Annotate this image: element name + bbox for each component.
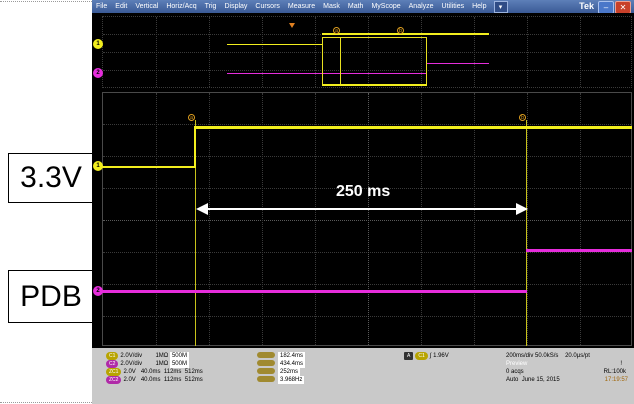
readout-panel: C1 2.0V/div 1MΩ 500M C2 2.0V/div 1MΩ 500M … — [92, 348, 634, 404]
acq-count: 0 acqs — [506, 369, 524, 375]
ch1-trace-low — [102, 166, 195, 168]
meas-a-value: 182.4ms — [278, 352, 306, 360]
pdb-label-text: PDB — [20, 279, 82, 313]
ch2-trace-high — [526, 249, 632, 252]
overview-ch2-trace-high — [427, 63, 489, 64]
voltage-label: 3.3V — [8, 153, 94, 203]
menu-utilities[interactable]: Utilities — [438, 3, 469, 10]
ch1-tag[interactable]: C1 — [106, 352, 119, 360]
menu-file[interactable]: File — [92, 3, 111, 10]
run-indicator-icon: ! — [620, 361, 622, 367]
cursor-b-overview[interactable]: b — [397, 27, 404, 34]
pdb-label: PDB — [8, 270, 94, 323]
zc2-volts: 2.0V — [123, 377, 136, 383]
guide-line — [0, 402, 92, 403]
zc1-volts: 2.0V — [123, 369, 136, 375]
menu-vertical[interactable]: Vertical — [131, 3, 162, 10]
ch1-marker[interactable]: 1 — [93, 161, 103, 171]
oscilloscope-screen: File Edit Vertical Horiz/Acq Trig Displa… — [92, 0, 634, 404]
arrow-right-icon — [516, 203, 528, 215]
ch2-marker[interactable]: 2 — [93, 286, 103, 296]
cursor-measurements: 182.4ms 434.4ms 252ms 3.968Hz — [257, 352, 337, 384]
meas-freq-tag — [257, 376, 275, 383]
ch1-impedance: 1MΩ — [155, 353, 169, 359]
trigger-position-icon[interactable] — [289, 23, 295, 28]
meas-b-value: 434.4ms — [278, 360, 306, 368]
menu-bar: File Edit Vertical Horiz/Acq Trig Displa… — [92, 0, 634, 14]
ch2-impedance: 1MΩ — [155, 361, 169, 367]
menu-display[interactable]: Display — [220, 3, 251, 10]
cursor-b-line[interactable] — [526, 120, 527, 346]
overview-ch1-marker[interactable]: 1 — [93, 39, 103, 49]
date: June 15, 2015 — [521, 377, 560, 383]
menu-analyze[interactable]: Analyze — [405, 3, 438, 10]
overview-strip: a b 1 2 — [92, 13, 634, 90]
menu-measure[interactable]: Measure — [284, 3, 319, 10]
menu-myscope[interactable]: MyScope — [367, 3, 404, 10]
cursor-a-overview[interactable]: a — [333, 27, 340, 34]
meas-freq-value: 3.968Hz — [278, 376, 305, 384]
menu-dropdown-icon[interactable]: ▾ — [493, 0, 508, 13]
acq-mode: Preview — [506, 361, 528, 367]
zc1-tag[interactable]: ZC1 — [106, 368, 122, 376]
meas-delta-value: 252ms — [278, 368, 301, 376]
trigger-mode: Auto — [506, 377, 519, 383]
menu-edit[interactable]: Edit — [111, 3, 131, 10]
duration-annotation: 250 ms — [336, 183, 391, 200]
zc2-time1: 40.0ms — [140, 377, 161, 383]
timebase-panel[interactable]: 200ms/div 50.0kS/s 20.0μs/pt Preview ! 0… — [506, 352, 632, 402]
zc2-time2: 112ms — [163, 377, 182, 383]
cursor-b-marker[interactable]: b — [519, 114, 526, 121]
ch2-trace-low — [102, 290, 527, 293]
menu-mask[interactable]: Mask — [319, 3, 344, 10]
time: 17:19:57 — [604, 377, 628, 383]
ch1-bandwidth: 500M — [169, 352, 189, 360]
zc2-time3: 512ms — [184, 377, 203, 383]
zc1-time2: 112ms — [163, 369, 182, 375]
record-length: RL:100k — [603, 369, 626, 375]
time-per-point: 20.0μs/pt — [565, 353, 590, 359]
zoom-bottom-bar — [322, 84, 427, 86]
trigger-edge-icon: ∫ — [429, 353, 432, 359]
trigger-source: A — [404, 352, 414, 360]
arrow-left-icon — [196, 203, 208, 215]
ch2-tag[interactable]: C2 — [106, 360, 119, 368]
menu-math[interactable]: Math — [344, 3, 368, 10]
brand-logo: Tek — [579, 1, 594, 11]
ch2-bandwidth: 500M — [169, 360, 189, 368]
ch1-trace-high — [195, 126, 632, 129]
duration-arrow-line — [204, 208, 520, 210]
zc2-tag[interactable]: ZC2 — [106, 376, 122, 384]
main-graticule — [102, 92, 632, 346]
trigger-readout[interactable]: A C1 ∫ 1.96V — [404, 352, 474, 360]
overview-ch1-trace-high — [322, 33, 489, 35]
trigger-channel: C1 — [415, 352, 428, 360]
channel-readouts: C1 2.0V/div 1MΩ 500M C2 2.0V/div 1MΩ 500M … — [106, 352, 242, 384]
menu-trig[interactable]: Trig — [201, 3, 221, 10]
timebase-rate: 200ms/div — [506, 353, 534, 359]
meas-a-tag — [257, 352, 275, 359]
cursor-a-marker[interactable]: a — [188, 114, 195, 121]
menu-horiz-acq[interactable]: Horiz/Acq — [162, 3, 200, 10]
sample-rate: 50.0kS/s — [535, 353, 559, 359]
meas-delta-tag — [257, 368, 275, 375]
meas-b-tag — [257, 360, 275, 367]
zoom-window-inner — [340, 37, 428, 85]
zc1-time3: 512ms — [184, 369, 203, 375]
ch2-scale: 2.0V/div — [120, 361, 143, 367]
menu-cursors[interactable]: Cursors — [251, 3, 284, 10]
guide-line — [0, 1, 92, 2]
ch1-trace-edge — [194, 126, 196, 168]
voltage-label-text: 3.3V — [20, 161, 82, 194]
overview-ch2-marker[interactable]: 2 — [93, 68, 103, 78]
overview-ch1-trace-low — [227, 44, 322, 45]
ch1-scale: 2.0V/div — [120, 353, 143, 359]
menu-help[interactable]: Help — [468, 3, 490, 10]
trigger-level: 1.96V — [433, 353, 449, 359]
zc1-time1: 40.0ms — [140, 369, 161, 375]
